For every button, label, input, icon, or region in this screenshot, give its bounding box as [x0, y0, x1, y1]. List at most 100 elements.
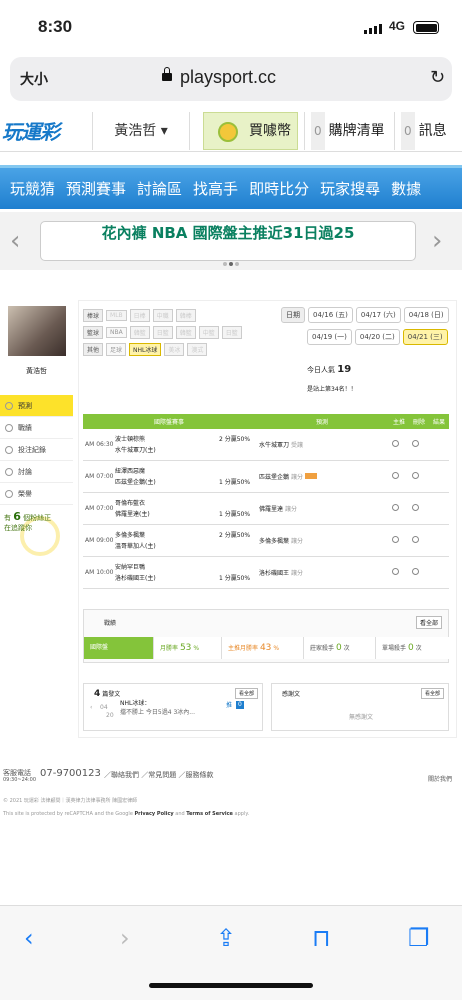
filter-item[interactable]: 日籃: [152, 326, 173, 339]
game-time: AM 07:00: [85, 473, 114, 480]
main-pick-radio[interactable]: [385, 536, 405, 545]
delete-radio[interactable]: [405, 472, 425, 481]
date-tab[interactable]: 04/16 (五): [308, 307, 353, 323]
table-row: AM 09:00 多倫多楓葉 溫哥華加人(主) 2 分贏50% 多倫多楓葉 讓分: [83, 525, 449, 557]
reload-icon[interactable]: ↻: [430, 67, 445, 88]
filter-item[interactable]: 日棒: [129, 309, 150, 322]
banner-prev-icon[interactable]: ‹: [10, 226, 20, 256]
fans-promo[interactable]: 有 6 個粉絲正 在追蹤你: [4, 511, 51, 533]
banner-dots: [223, 262, 239, 266]
nav-item[interactable]: 即時比分: [249, 178, 309, 199]
delete-radio[interactable]: [405, 568, 425, 577]
main-pick-radio[interactable]: [385, 504, 405, 513]
thanks-empty: 無感謝文: [348, 714, 373, 721]
prediction: 洛杉磯國王 讓分: [255, 568, 385, 577]
cart-button[interactable]: 0 購牌清單: [304, 112, 389, 150]
pick-team: 洛杉磯國王: [259, 570, 290, 577]
table-row: AM 06:30 波士頓棕熊 水牛城軍刀(主) 2 分贏50% 水牛城軍刀 受讓: [83, 429, 449, 461]
record-cell-value: 43: [259, 643, 272, 653]
nav-item[interactable]: 找高手: [193, 178, 238, 199]
record-cell-unit: 次: [415, 645, 422, 652]
col-header: 刪除: [412, 419, 425, 426]
filter-item[interactable]: 中籃: [198, 326, 219, 339]
col-header: 結果: [432, 419, 445, 426]
date-tab[interactable]: 04/18 (日): [403, 307, 449, 323]
user-menu[interactable]: 黃浩哲 ▾: [92, 112, 190, 150]
nav-item[interactable]: 預測賽事: [66, 178, 126, 199]
sidebar-item-record[interactable]: 戰績: [0, 417, 73, 439]
filter-item[interactable]: 澳式: [187, 343, 208, 356]
filter-item[interactable]: NBA: [106, 327, 127, 338]
record-cell-label: 莊家殺手: [310, 645, 335, 652]
buy-coins-button[interactable]: 買噱幣: [203, 112, 298, 150]
forward-icon[interactable]: ›: [120, 924, 130, 952]
thanks-view-all-button[interactable]: 看全部: [420, 688, 444, 699]
date-tab[interactable]: 04/17 (六): [355, 307, 401, 323]
popularity-value: 19: [337, 364, 352, 375]
text-size-button[interactable]: 大小: [20, 69, 48, 89]
nav-item[interactable]: 玩家搜尋: [320, 178, 380, 199]
banner-text[interactable]: 花內褲 NBA 國際盤主推近31日過25: [40, 221, 416, 261]
tel-number[interactable]: 07-9700123: [40, 768, 101, 779]
tabs-icon[interactable]: ❐: [408, 924, 430, 952]
date-tab[interactable]: 04/20 (二): [354, 329, 400, 345]
date-tab-selected[interactable]: 04/21 (三): [402, 329, 448, 345]
record-view-all-button[interactable]: 看全部: [415, 616, 442, 629]
profile-sidebar: 黃浩哲 預測 戰績 投注紀錄 討論 榮譽 有 6 個粉絲正 在追蹤你: [0, 298, 73, 738]
url-bar[interactable]: 大小 playsport.cc ↻: [10, 57, 452, 101]
record-cell-unit: %: [193, 645, 200, 652]
messages-button[interactable]: 0 訊息: [394, 112, 462, 150]
filter-item[interactable]: 足球: [106, 343, 127, 356]
col-header: 主推: [392, 419, 405, 426]
banner-next-icon[interactable]: ›: [432, 226, 442, 256]
game-time: AM 06:30: [85, 441, 114, 448]
game-teams: 波士頓棕熊 水牛城軍刀(主) 2 分贏50%: [115, 434, 255, 456]
pick-note: 讓分: [290, 474, 303, 481]
record-cell-label: 國際盤: [90, 644, 109, 651]
cart-label: 購牌清單: [328, 123, 385, 139]
sidebar-item-discuss[interactable]: 討論: [0, 461, 73, 483]
main-pick-radio[interactable]: [385, 568, 405, 577]
post-date-month: 04: [100, 704, 108, 711]
prediction: 匹茲堡企鵝 讓分: [255, 472, 385, 481]
filter-item-selected[interactable]: NHL冰球: [129, 343, 162, 356]
col-header: 預測: [315, 419, 328, 426]
date-tab[interactable]: 04/19 (一): [307, 329, 352, 345]
delete-radio[interactable]: [405, 536, 425, 545]
post-prev-icon[interactable]: ‹: [90, 704, 92, 712]
filter-item[interactable]: 中職: [152, 309, 173, 322]
footer-links[interactable]: ／聯絡我們 ／常見問題 ／服務條款: [104, 770, 213, 780]
delete-radio[interactable]: [405, 440, 425, 449]
delete-radio[interactable]: [405, 504, 425, 513]
about-link[interactable]: 關於我們: [428, 774, 452, 783]
avatar[interactable]: [8, 306, 66, 356]
share-icon[interactable]: ⇪: [216, 924, 236, 952]
table-body: AM 06:30 波士頓棕熊 水牛城軍刀(主) 2 分贏50% 水牛城軍刀 受讓 AM 0…: [83, 429, 449, 589]
url-domain[interactable]: playsport.cc: [180, 67, 276, 88]
site-logo[interactable]: 玩運彩: [2, 116, 60, 145]
nav-item[interactable]: 討論區: [137, 178, 182, 199]
main-pick-radio[interactable]: [385, 440, 405, 449]
filter-item[interactable]: 韓籃: [129, 326, 150, 339]
filter-item[interactable]: 美冰: [164, 343, 185, 356]
sidebar-item-bets[interactable]: 投注紀錄: [0, 439, 73, 461]
buy-coins-label: 買噱幣: [249, 123, 291, 139]
sidebar-item-predict[interactable]: 預測: [0, 395, 73, 417]
filter-item[interactable]: 韓籃: [175, 326, 196, 339]
main-pick-radio[interactable]: [385, 472, 405, 481]
sidebar-item-label: 投注紀錄: [18, 446, 46, 454]
filter-item[interactable]: 日籃: [221, 326, 242, 339]
back-icon[interactable]: ‹: [24, 924, 34, 952]
filter-item[interactable]: 韓棒: [175, 309, 196, 322]
bookmarks-icon[interactable]: ⊓: [312, 924, 331, 952]
terms-link[interactable]: Terms of Service: [186, 811, 233, 817]
privacy-link[interactable]: Privacy Policy: [134, 811, 173, 817]
filter-row-basketball: 籃球 NBA 韓籃 日籃 韓籃 中籃 日籃: [83, 324, 245, 341]
filter-item[interactable]: MLB: [106, 310, 127, 321]
nav-item[interactable]: 玩競猜: [10, 178, 55, 199]
sidebar-item-honor[interactable]: 榮譽: [0, 483, 73, 505]
nav-item[interactable]: 數據: [391, 178, 421, 199]
tel-hours: 09:30~24:00: [3, 777, 37, 783]
home-indicator: [149, 983, 313, 988]
posts-view-all-button[interactable]: 看全部: [234, 688, 258, 699]
